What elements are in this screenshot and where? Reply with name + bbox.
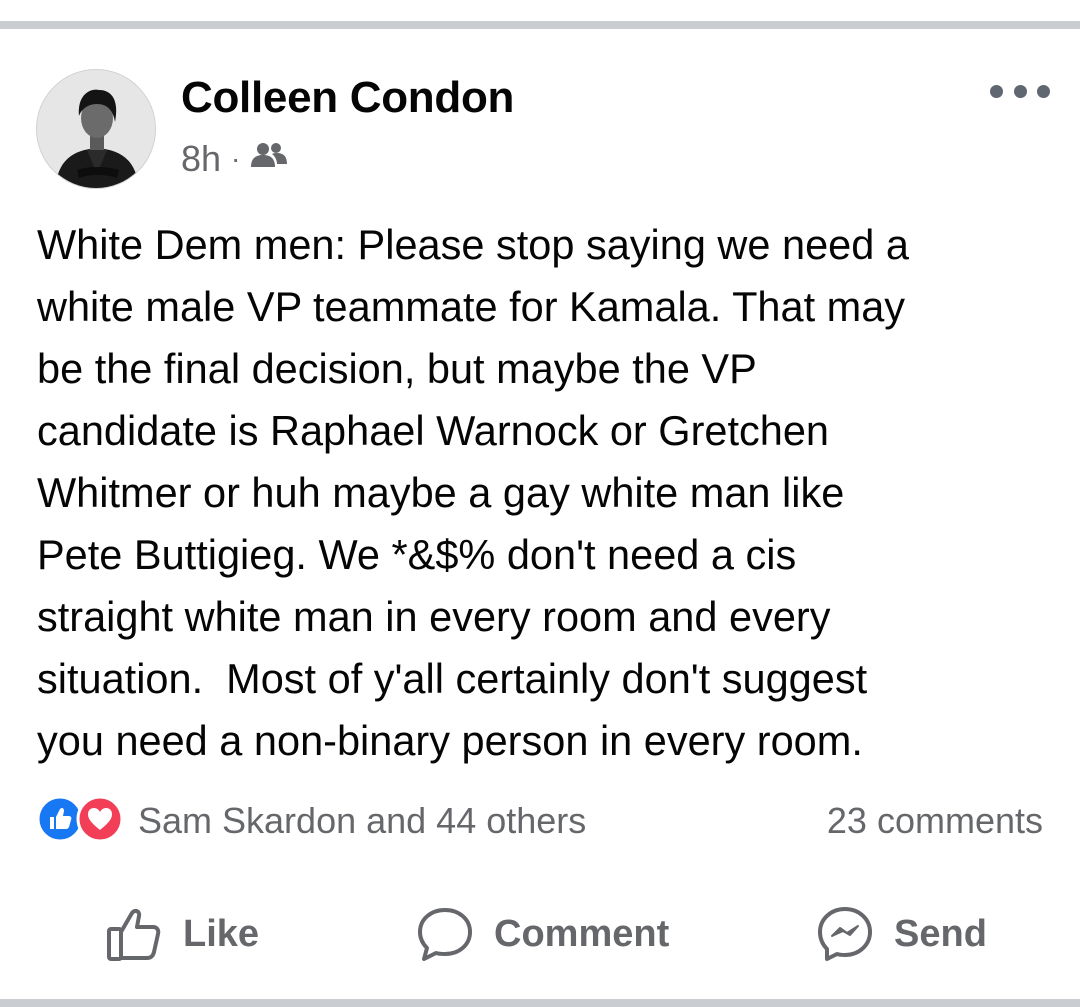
comment-bubble-icon <box>416 905 474 963</box>
reactions-names[interactable]: Sam Skardon and 44 others <box>138 800 586 842</box>
thumbs-up-icon <box>105 905 163 963</box>
avatar-photo <box>37 70 155 188</box>
love-reaction-icon <box>76 795 124 848</box>
more-options-button[interactable] <box>990 79 1050 103</box>
action-bar: Like Comment Send <box>0 899 1080 969</box>
comments-count[interactable]: 23 comments <box>827 797 1043 845</box>
post-body-text: White Dem men: Please stop saying we nee… <box>37 221 909 764</box>
reactions-summary[interactable]: Sam Skardon and 44 others <box>36 795 586 848</box>
post-card: Colleen Condon 8h · White Dem men: Pleas… <box>0 29 1080 999</box>
avatar[interactable] <box>36 69 156 189</box>
top-divider <box>0 0 1080 29</box>
more-dot-icon <box>1013 84 1027 98</box>
comment-label: Comment <box>494 912 670 955</box>
post-meta: 8h · <box>181 138 288 180</box>
like-label: Like <box>183 912 260 955</box>
meta-separator: · <box>231 143 241 174</box>
send-button[interactable]: Send <box>816 899 987 969</box>
more-dot-icon <box>1037 84 1050 98</box>
comment-button[interactable]: Comment <box>416 899 669 969</box>
post-timestamp[interactable]: 8h <box>181 138 221 180</box>
messenger-icon <box>816 905 874 963</box>
like-button[interactable]: Like <box>105 899 259 969</box>
send-label: Send <box>894 912 987 955</box>
bottom-divider <box>0 999 1080 1007</box>
author-name[interactable]: Colleen Condon <box>181 73 514 123</box>
friends-icon[interactable] <box>250 138 288 180</box>
more-dot-icon <box>990 84 1003 98</box>
